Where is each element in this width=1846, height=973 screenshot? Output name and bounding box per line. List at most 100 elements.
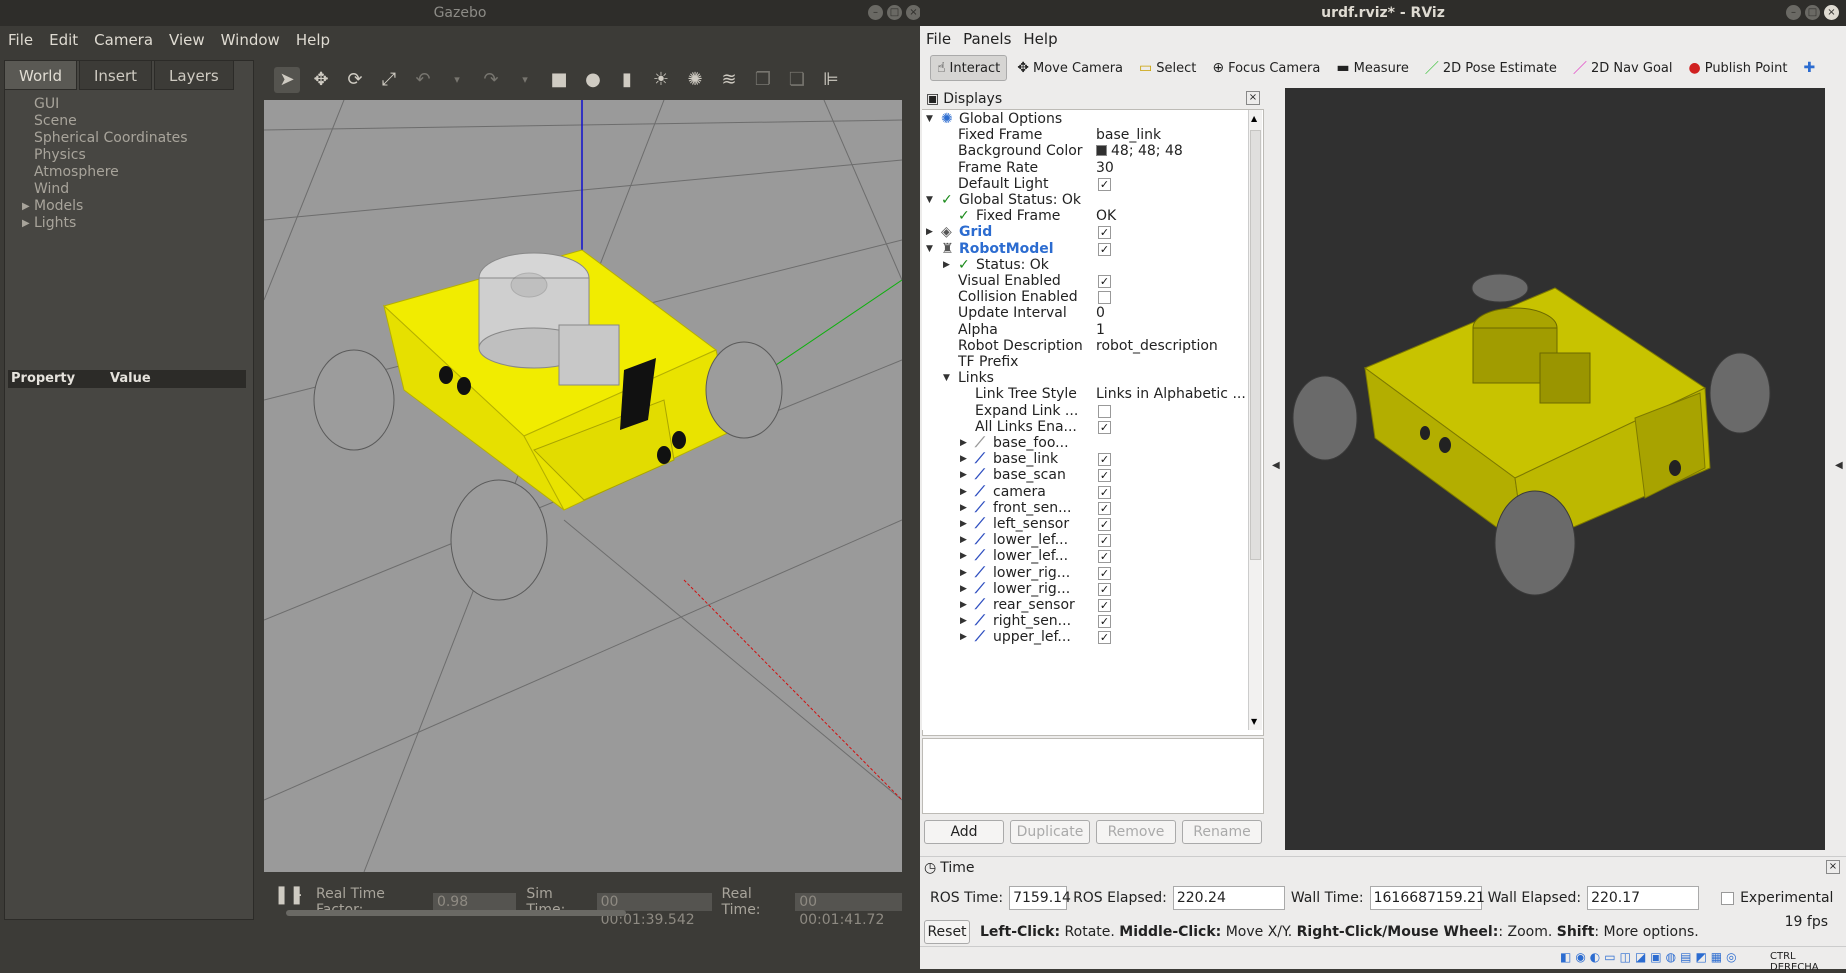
menu-help[interactable]: Help (288, 31, 338, 49)
interact-tool[interactable]: ☝ Interact (930, 55, 1008, 81)
rviz-3d-viewport[interactable] (1285, 88, 1825, 850)
tab-layers[interactable]: Layers (154, 60, 234, 90)
tree-item-models-row[interactable]: ▶ Models (22, 198, 188, 215)
point-light-icon[interactable]: ☀ (648, 67, 674, 93)
display-checkbox[interactable]: ✓ (1098, 550, 1111, 564)
directional-light-icon[interactable]: ≋ (716, 67, 742, 93)
display-checkbox[interactable] (1098, 404, 1111, 418)
display-checkbox[interactable]: ✓ (1098, 534, 1111, 548)
reset-button[interactable]: Reset (924, 920, 970, 944)
expand-arrow-icon[interactable]: ▶ (960, 628, 967, 647)
menu-view[interactable]: View (161, 31, 213, 49)
select-mode-icon[interactable]: ➤ (274, 67, 300, 93)
rename-button[interactable]: Rename (1182, 820, 1262, 844)
display-checkbox[interactable]: ✓ (1098, 485, 1111, 499)
help-middle-desc: Move X/Y. (1221, 924, 1297, 940)
display-checkbox[interactable]: ✓ (1098, 453, 1111, 467)
displays-scrollbar[interactable]: ▲ ▼ (1248, 110, 1262, 730)
move-camera-tool[interactable]: ✥ Move Camera (1011, 55, 1129, 81)
nav-goal-tool[interactable]: ／ 2D Nav Goal (1567, 55, 1679, 81)
experimental-checkbox[interactable] (1721, 891, 1735, 905)
translate-mode-icon[interactable]: ✥ (308, 67, 334, 93)
collapse-right-icon[interactable]: ◀ (1835, 460, 1843, 471)
display-checkbox[interactable]: ✓ (1098, 242, 1111, 256)
horizontal-scrollbar[interactable] (286, 910, 626, 916)
menu-file[interactable]: File (0, 31, 41, 49)
measure-tool[interactable]: ▬ Measure (1330, 55, 1414, 81)
ros-elapsed-field[interactable]: 220.24 (1172, 886, 1285, 910)
paste-icon[interactable]: ❏ (784, 67, 810, 93)
display-checkbox[interactable]: ✓ (1098, 226, 1111, 240)
display-checkbox[interactable]: ✓ (1098, 469, 1111, 483)
menu-window[interactable]: Window (213, 31, 288, 49)
minimize-button[interactable]: – (1786, 5, 1801, 20)
tree-item-spherical[interactable]: Spherical Coordinates (22, 130, 188, 147)
sphere-shape-icon[interactable]: ● (580, 67, 606, 93)
display-checkbox[interactable]: ✓ (1098, 275, 1111, 288)
display-checkbox[interactable]: ✓ (1098, 501, 1111, 515)
close-time-icon[interactable]: × (1826, 860, 1840, 874)
scroll-down-icon[interactable]: ▼ (1251, 717, 1257, 726)
align-icon[interactable]: ⊫ (818, 67, 844, 93)
focus-camera-tool[interactable]: ⊕ Focus Camera (1206, 55, 1326, 81)
display-checkbox[interactable]: ✓ (1098, 582, 1111, 596)
maximize-button[interactable]: □ (1805, 5, 1820, 20)
ros-time-field[interactable]: 7159.14 (1009, 886, 1071, 910)
collapse-left-icon[interactable]: ◀ (1272, 460, 1280, 471)
cylinder-shape-icon[interactable]: ▮ (614, 67, 640, 93)
scale-mode-icon[interactable]: ⤢ (376, 67, 402, 93)
gazebo-3d-viewport[interactable] (264, 100, 902, 872)
close-panel-icon[interactable]: × (1246, 91, 1260, 105)
add-tool-button[interactable]: ✚ (1797, 55, 1821, 81)
expand-arrow-icon[interactable]: ▶ (22, 215, 30, 232)
box-shape-icon[interactable]: ■ (546, 67, 572, 93)
display-checkbox[interactable]: ✓ (1098, 420, 1111, 434)
publish-point-tool[interactable]: ● Publish Point (1682, 55, 1793, 81)
undo-dropdown-icon[interactable]: ▾ (444, 67, 470, 93)
tree-item-physics[interactable]: Physics (22, 147, 188, 164)
wall-elapsed-field[interactable]: 220.17 (1587, 886, 1700, 910)
display-checkbox[interactable]: ✓ (1098, 566, 1111, 580)
close-button[interactable]: × (906, 5, 921, 20)
gazebo-title: Gazebo (0, 0, 920, 26)
tab-world[interactable]: World (4, 60, 77, 90)
menu-help[interactable]: Help (1017, 30, 1063, 48)
undo-icon[interactable]: ↶ (410, 67, 436, 93)
scroll-thumb[interactable] (1250, 130, 1261, 560)
display-checkbox[interactable]: ✓ (1098, 631, 1111, 645)
step-icon[interactable]: . (298, 884, 302, 900)
expand-arrow-icon[interactable]: ▶ (22, 198, 30, 215)
redo-icon[interactable]: ↷ (478, 67, 504, 93)
display-checkbox[interactable]: ✓ (1098, 518, 1111, 531)
display-checkbox[interactable]: ✓ (1098, 599, 1111, 612)
tree-item-wind[interactable]: Wind (22, 181, 188, 198)
tree-item-gui[interactable]: GUI (22, 96, 188, 113)
display-tree-row[interactable]: ▶ ⟋ upper_lef... ✓ (922, 628, 1248, 647)
add-button[interactable]: Add (924, 820, 1004, 844)
scroll-up-icon[interactable]: ▲ (1251, 114, 1257, 123)
select-tool[interactable]: ▭ Select (1133, 55, 1202, 81)
remove-button[interactable]: Remove (1096, 820, 1176, 844)
menu-panels[interactable]: Panels (957, 30, 1017, 48)
maximize-button[interactable]: □ (887, 5, 902, 20)
display-checkbox[interactable]: ✓ (1098, 615, 1111, 629)
copy-icon[interactable]: ❐ (750, 67, 776, 93)
redo-dropdown-icon[interactable]: ▾ (512, 67, 538, 93)
tree-item-lights-row[interactable]: ▶ Lights (22, 215, 188, 232)
rviz-toolbar: ☝ Interact ✥ Move Camera ▭ Select ⊕ Focus Ca… (920, 52, 1846, 84)
tab-insert[interactable]: Insert (79, 60, 153, 90)
menu-edit[interactable]: Edit (41, 31, 86, 49)
tree-item-scene[interactable]: Scene (22, 113, 188, 130)
minimize-button[interactable]: – (868, 5, 883, 20)
menu-file[interactable]: File (920, 30, 957, 48)
menu-camera[interactable]: Camera (86, 31, 161, 49)
rotate-mode-icon[interactable]: ⟳ (342, 67, 368, 93)
spot-light-icon[interactable]: ✺ (682, 67, 708, 93)
close-button[interactable]: × (1824, 5, 1839, 20)
display-checkbox[interactable]: ✓ (1098, 177, 1111, 191)
wall-time-field[interactable]: 1616687159.21 (1369, 886, 1485, 910)
duplicate-button[interactable]: Duplicate (1010, 820, 1090, 844)
display-checkbox[interactable] (1098, 291, 1111, 305)
tree-item-atmosphere[interactable]: Atmosphere (22, 164, 188, 181)
pose-estimate-tool[interactable]: ／ 2D Pose Estimate (1419, 55, 1563, 81)
